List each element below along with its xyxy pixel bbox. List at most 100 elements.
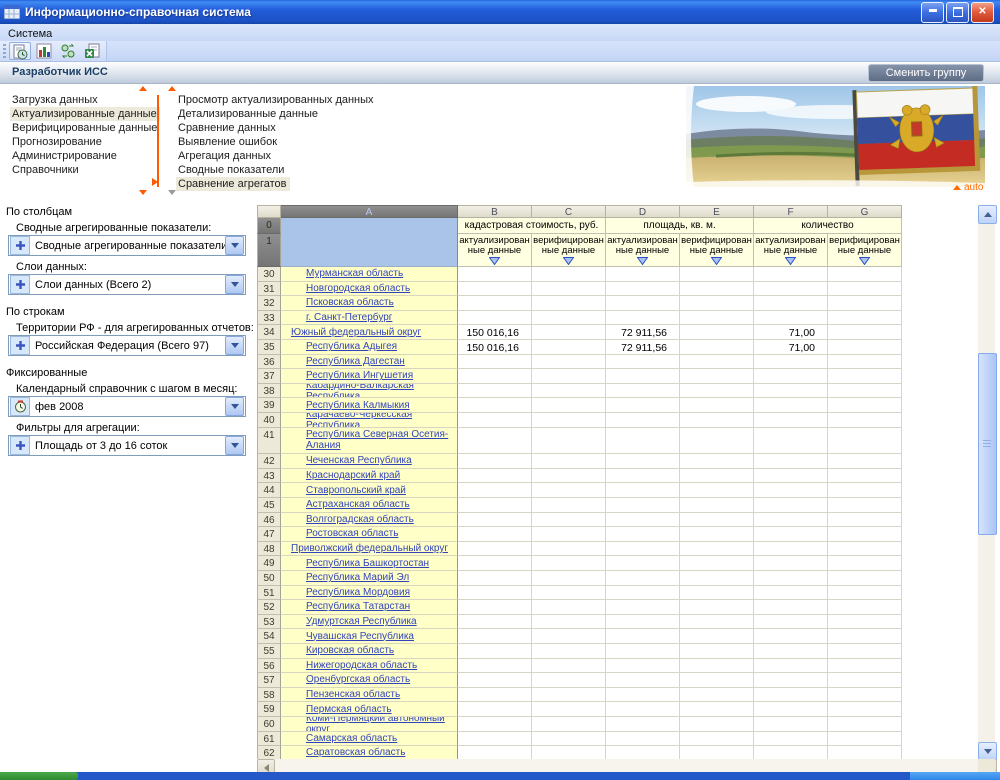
nav-item-secondary[interactable]: Сравнение агрегатов: [176, 177, 290, 191]
data-cell[interactable]: [680, 340, 754, 355]
territory-link[interactable]: Республика Дагестан: [306, 356, 405, 367]
data-cell[interactable]: [828, 659, 902, 674]
data-cell[interactable]: [458, 600, 532, 615]
table-row-territory[interactable]: Республика Марий Эл: [281, 571, 458, 586]
data-cell[interactable]: [606, 282, 680, 297]
row-header-43[interactable]: 43: [257, 469, 281, 484]
combo-dimension[interactable]: Слои данных (Всего 2): [8, 274, 246, 295]
data-cell[interactable]: [458, 398, 532, 413]
chevron-down-icon[interactable]: [225, 436, 244, 455]
table-row-territory[interactable]: Республика Адыгея: [281, 340, 458, 355]
data-cell[interactable]: [680, 688, 754, 703]
data-cell[interactable]: [680, 355, 754, 370]
data-cell[interactable]: [828, 732, 902, 747]
data-cell[interactable]: [680, 746, 754, 759]
data-cell[interactable]: [606, 454, 680, 469]
data-cell[interactable]: [458, 542, 532, 557]
data-cell[interactable]: [680, 527, 754, 542]
data-cell[interactable]: [606, 296, 680, 311]
data-cell[interactable]: [606, 355, 680, 370]
data-cell[interactable]: [680, 717, 754, 732]
row-header-40[interactable]: 40: [257, 413, 281, 428]
scroll-up-button[interactable]: [978, 205, 997, 224]
data-cell[interactable]: [606, 527, 680, 542]
data-cell[interactable]: [680, 673, 754, 688]
nav-item-primary[interactable]: Администрирование: [10, 149, 120, 163]
data-cell[interactable]: [828, 498, 902, 513]
data-cell[interactable]: [754, 673, 828, 688]
table-row-territory[interactable]: Коми-Пермяцкий автономный округ: [281, 717, 458, 732]
data-cell[interactable]: [754, 369, 828, 384]
nav-item-primary[interactable]: Загрузка данных: [10, 93, 101, 107]
territory-link[interactable]: Пензенская область: [306, 689, 400, 700]
data-cell[interactable]: [828, 325, 902, 340]
territory-link[interactable]: Волгоградская область: [306, 514, 414, 525]
data-cell[interactable]: [458, 413, 532, 428]
nav-item-primary[interactable]: Актуализированные данные: [10, 107, 160, 121]
row-header-58[interactable]: 58: [257, 688, 281, 703]
row-header-55[interactable]: 55: [257, 644, 281, 659]
territory-link[interactable]: Республика Адыгея: [306, 341, 397, 352]
data-cell[interactable]: [828, 428, 902, 455]
nav-item-secondary[interactable]: Агрегация данных: [176, 149, 274, 163]
data-cell[interactable]: [828, 702, 902, 717]
data-cell[interactable]: [532, 615, 606, 630]
data-cell[interactable]: [754, 586, 828, 601]
excel-export-icon[interactable]: [81, 42, 103, 60]
data-cell[interactable]: [606, 746, 680, 759]
restore-button[interactable]: [946, 2, 969, 23]
territory-link[interactable]: Самарская область: [306, 733, 397, 744]
data-cell[interactable]: [458, 428, 532, 455]
filter-icon[interactable]: [754, 257, 827, 265]
data-cell[interactable]: [532, 688, 606, 703]
data-cell[interactable]: [828, 454, 902, 469]
row-header-61[interactable]: 61: [257, 732, 281, 747]
data-cell[interactable]: [532, 355, 606, 370]
data-cell[interactable]: [606, 428, 680, 455]
scroll-down-indicator-icon[interactable]: [168, 190, 176, 195]
filter-icon[interactable]: [532, 257, 605, 265]
table-row-territory[interactable]: Республика Татарстан: [281, 600, 458, 615]
table-row-territory[interactable]: Удмуртская Республика: [281, 615, 458, 630]
column-header-E[interactable]: E: [680, 205, 754, 218]
data-cell[interactable]: [828, 483, 902, 498]
data-cell[interactable]: [458, 659, 532, 674]
data-cell[interactable]: [828, 688, 902, 703]
row-header-0[interactable]: 0: [257, 218, 281, 234]
data-cell[interactable]: [606, 384, 680, 399]
data-cell[interactable]: 71,00: [754, 325, 828, 340]
menu-system[interactable]: Система: [0, 26, 60, 42]
table-row-territory[interactable]: г. Санкт-Петербург: [281, 311, 458, 326]
start-button[interactable]: [0, 772, 78, 780]
data-cell[interactable]: [754, 732, 828, 747]
row-header-47[interactable]: 47: [257, 527, 281, 542]
table-row-territory[interactable]: Пензенская область: [281, 688, 458, 703]
data-cell[interactable]: [828, 717, 902, 732]
row-header-30[interactable]: 30: [257, 267, 281, 282]
data-cell[interactable]: [828, 586, 902, 601]
data-cell[interactable]: [680, 571, 754, 586]
table-row-territory[interactable]: Республика Северная Осетия-Алания: [281, 428, 458, 455]
row-header-46[interactable]: 46: [257, 513, 281, 528]
data-cell[interactable]: [606, 483, 680, 498]
scroll-up-indicator-icon[interactable]: [168, 86, 176, 91]
data-cell[interactable]: [606, 600, 680, 615]
data-cell[interactable]: [754, 498, 828, 513]
data-cell[interactable]: [680, 454, 754, 469]
data-cell[interactable]: [458, 732, 532, 747]
territory-link[interactable]: Мурманская область: [306, 268, 403, 279]
row-header-57[interactable]: 57: [257, 673, 281, 688]
data-cell[interactable]: [458, 746, 532, 759]
scroll-down-indicator-icon[interactable]: [139, 190, 147, 195]
data-cell[interactable]: [828, 644, 902, 659]
auto-indicator[interactable]: auto: [953, 182, 983, 193]
data-cell[interactable]: [828, 542, 902, 557]
data-cell[interactable]: [754, 688, 828, 703]
data-cell[interactable]: [680, 659, 754, 674]
territory-link[interactable]: Республика Мордовия: [306, 587, 410, 598]
refresh-icon[interactable]: [57, 42, 79, 60]
column-header-A[interactable]: A: [281, 205, 458, 218]
data-cell[interactable]: [532, 586, 606, 601]
territory-link[interactable]: Нижегородская область: [306, 660, 417, 671]
data-cell[interactable]: [680, 513, 754, 528]
